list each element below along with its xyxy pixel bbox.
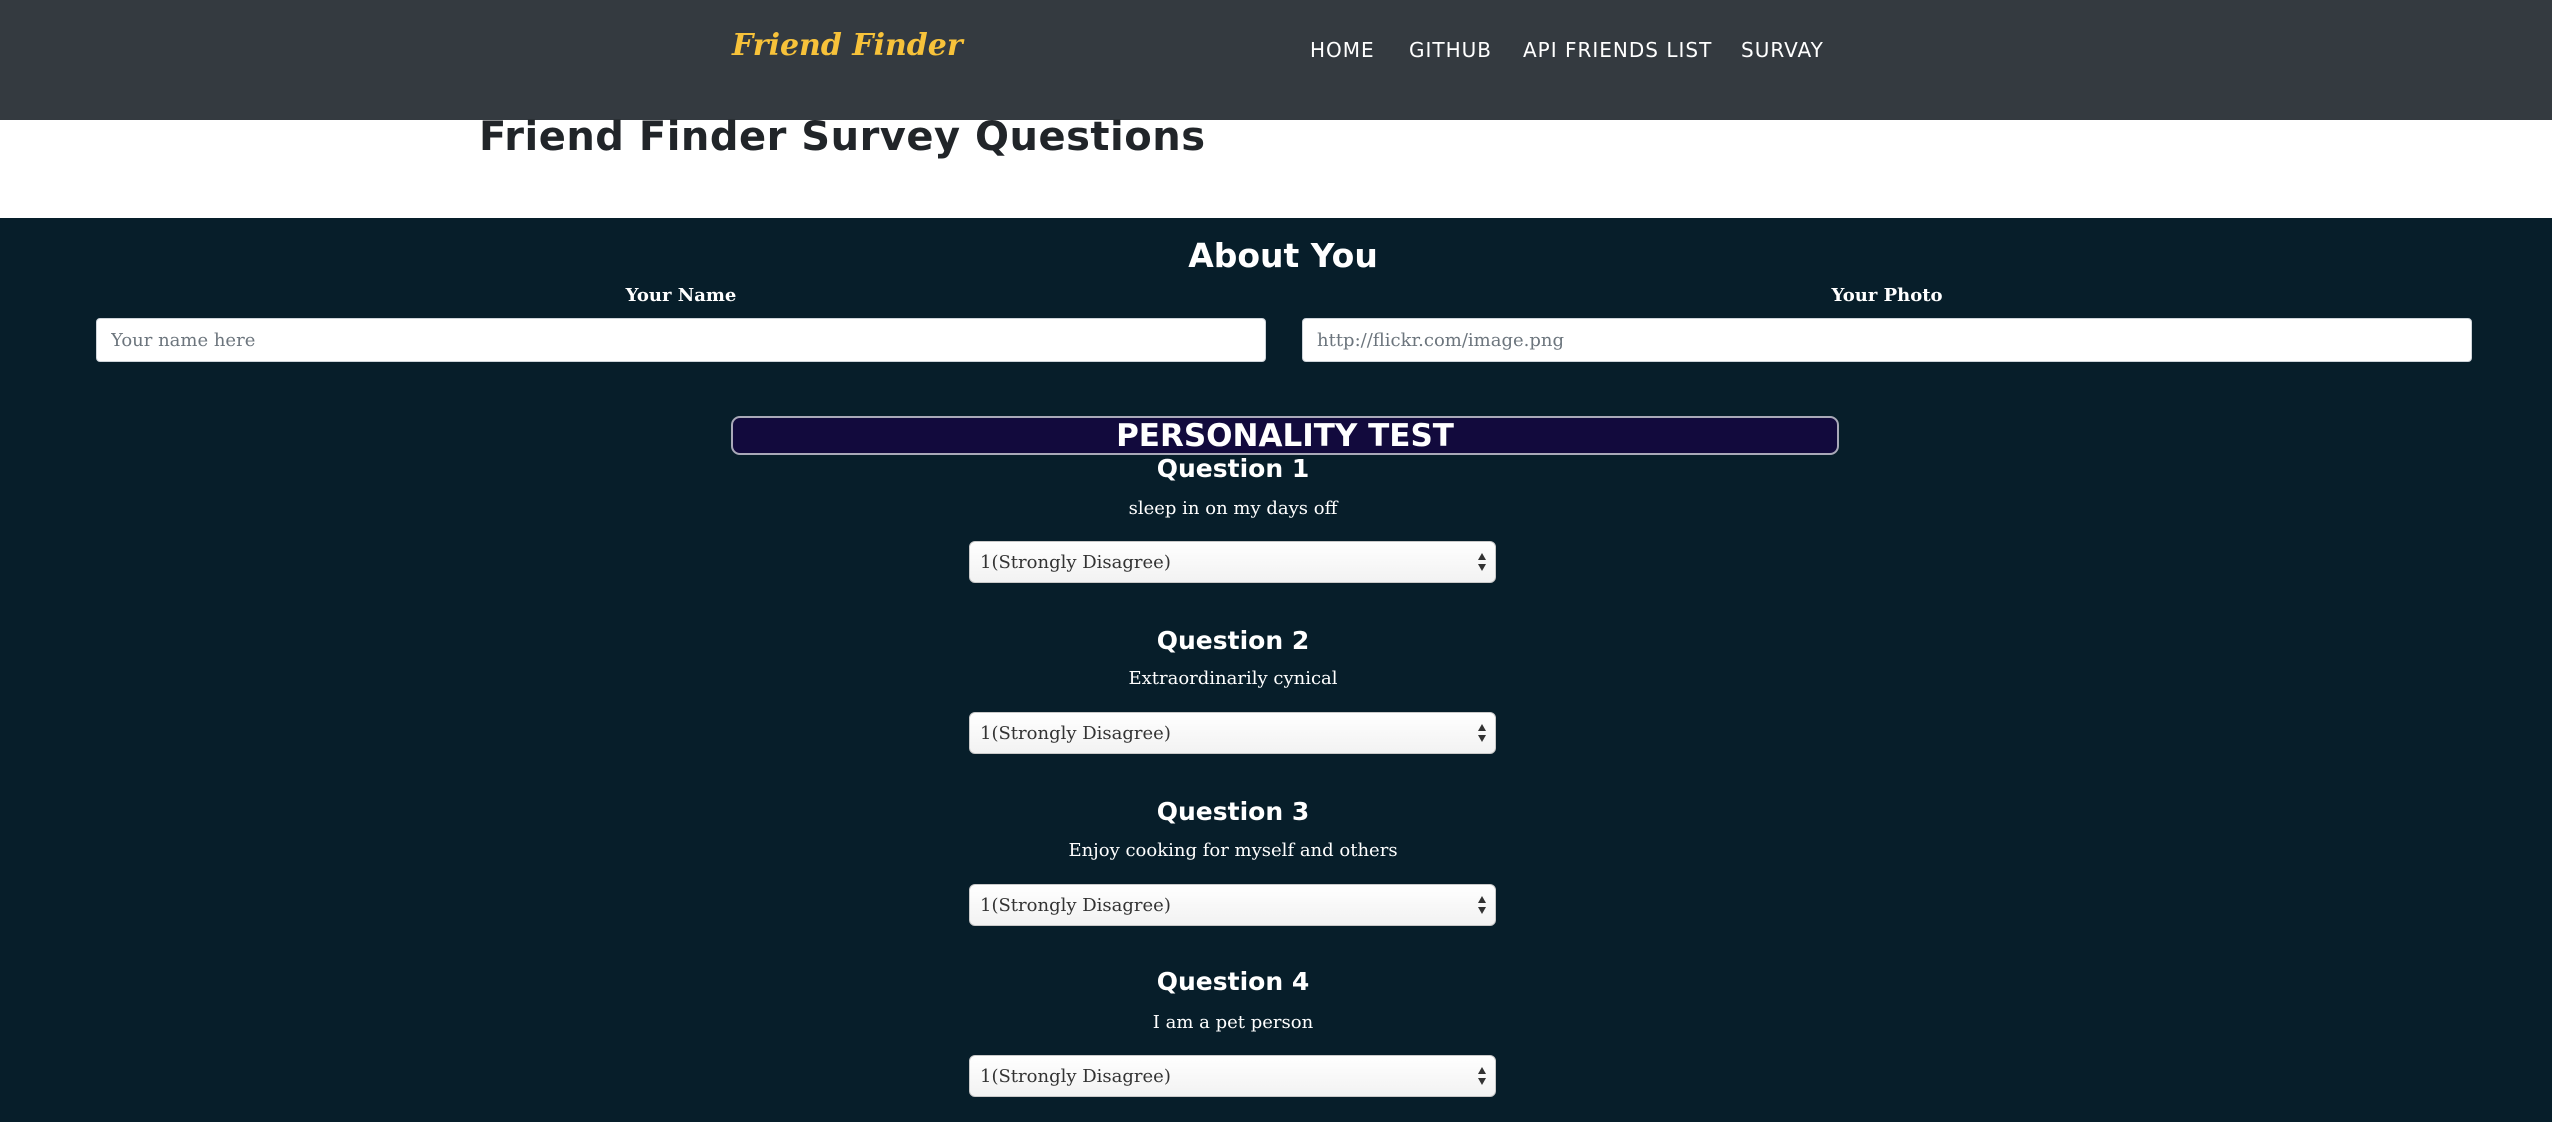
question-4-text: I am a pet person xyxy=(1152,1012,1314,1033)
header-band xyxy=(0,120,2552,218)
question-1-title: Question 1 xyxy=(1156,454,1310,483)
question-2-title: Question 2 xyxy=(1156,626,1310,655)
photo-input[interactable] xyxy=(1302,318,2472,362)
personality-test-banner: PERSONALITY TEST xyxy=(731,416,1839,455)
question-4-selected-value: 1(Strongly Disagree) xyxy=(980,1066,1171,1087)
select-arrows-icon xyxy=(1478,553,1486,571)
question-4-select[interactable]: 1(Strongly Disagree) xyxy=(969,1055,1496,1097)
select-arrows-icon xyxy=(1478,1067,1486,1085)
about-you-heading: About You xyxy=(1188,236,1378,275)
navbar: Friend Finder HOME GITHUB API FRIENDS LI… xyxy=(0,0,2552,120)
question-1-text: sleep in on my days off xyxy=(1128,498,1338,519)
name-input[interactable] xyxy=(96,318,1266,362)
brand-logo[interactable]: Friend Finder xyxy=(732,28,963,63)
nav-link-github[interactable]: GITHUB xyxy=(1409,38,1492,62)
question-2-text: Extraordinarily cynical xyxy=(1128,668,1338,689)
question-3-title: Question 3 xyxy=(1156,797,1310,826)
question-1-selected-value: 1(Strongly Disagree) xyxy=(980,552,1171,573)
page-title: Friend Finder Survey Questions xyxy=(479,114,1206,160)
question-3-text: Enjoy cooking for myself and others xyxy=(1068,840,1398,861)
your-name-label: Your Name xyxy=(625,285,737,306)
question-3-select[interactable]: 1(Strongly Disagree) xyxy=(969,884,1496,926)
question-2-selected-value: 1(Strongly Disagree) xyxy=(980,723,1171,744)
your-photo-label: Your Photo xyxy=(1831,285,1943,306)
select-arrows-icon xyxy=(1478,724,1486,742)
question-3-selected-value: 1(Strongly Disagree) xyxy=(980,895,1171,916)
question-4-title: Question 4 xyxy=(1156,967,1310,996)
question-1-select[interactable]: 1(Strongly Disagree) xyxy=(969,541,1496,583)
nav-link-api-friends-list[interactable]: API FRIENDS LIST xyxy=(1523,38,1712,62)
select-arrows-icon xyxy=(1478,896,1486,914)
question-2-select[interactable]: 1(Strongly Disagree) xyxy=(969,712,1496,754)
nav-link-home[interactable]: HOME xyxy=(1310,38,1375,62)
nav-link-survay[interactable]: SURVAY xyxy=(1741,38,1824,62)
